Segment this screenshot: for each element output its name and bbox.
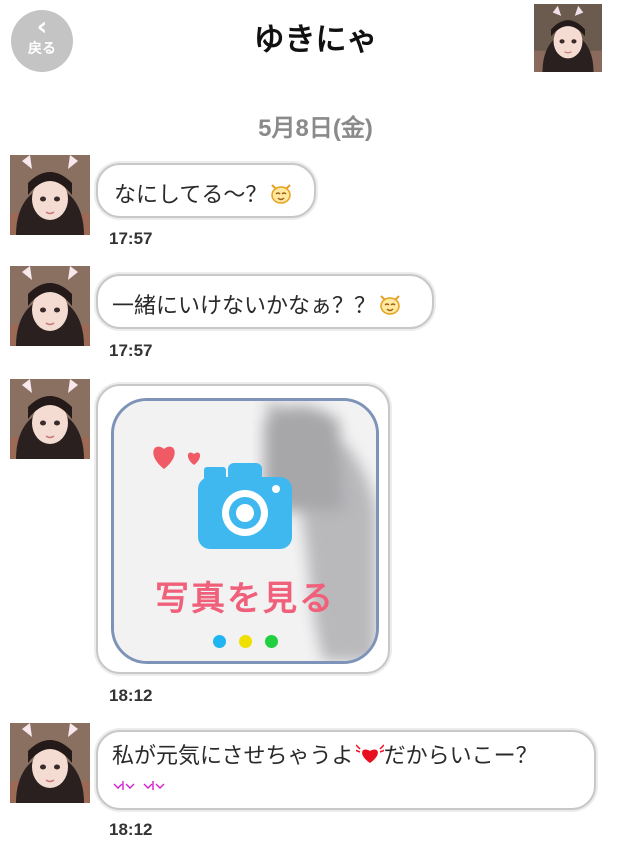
- profile-photo-icon: [10, 379, 90, 459]
- message-text: なにしてる〜？: [114, 182, 268, 207]
- chat-header: ‹ 戻る ゆきにゃ: [0, 0, 631, 80]
- message-bubble: なにしてる〜？: [96, 163, 316, 218]
- profile-photo-icon: [10, 155, 90, 235]
- message-time: 18:12: [109, 686, 153, 705]
- view-photo-label: 写真を見る: [155, 579, 335, 619]
- sparkle-icons: [112, 774, 594, 800]
- message-time: 18:12: [109, 820, 153, 839]
- message-bubble: 私が元気にさせちゃうよ だからいこー？: [96, 730, 596, 810]
- avatar[interactable]: [534, 4, 602, 72]
- message-bubble: 一緒にいけないかなぁ？？: [96, 274, 434, 329]
- message-text: 私が元気にさせちゃうよ: [112, 743, 354, 768]
- winged-heart-icon: [354, 743, 385, 772]
- camera-icon: [198, 463, 292, 549]
- dot-indicator: [265, 635, 278, 648]
- dot-indicator: [213, 635, 226, 648]
- message-time: 17:57: [109, 229, 153, 248]
- dot-indicator: [239, 635, 252, 648]
- message-text: 一緒にいけないかなぁ？？: [112, 293, 377, 318]
- profile-photo-icon: [10, 723, 90, 803]
- photo-message-bubble[interactable]: 写真を見る: [96, 384, 390, 674]
- avatar[interactable]: [10, 155, 90, 235]
- message-time: 17:57: [109, 341, 153, 360]
- avatar[interactable]: [10, 723, 90, 803]
- profile-photo-icon: [534, 4, 602, 72]
- cat-face-icon: [269, 182, 293, 210]
- profile-photo-icon: [10, 266, 90, 346]
- avatar[interactable]: [10, 379, 90, 459]
- avatar[interactable]: [10, 266, 90, 346]
- message-text: だからいこー？: [383, 743, 538, 768]
- view-photo-button[interactable]: 写真を見る: [111, 398, 379, 664]
- cat-face-icon: [378, 293, 402, 321]
- date-separator: 5月8日(金): [258, 115, 373, 142]
